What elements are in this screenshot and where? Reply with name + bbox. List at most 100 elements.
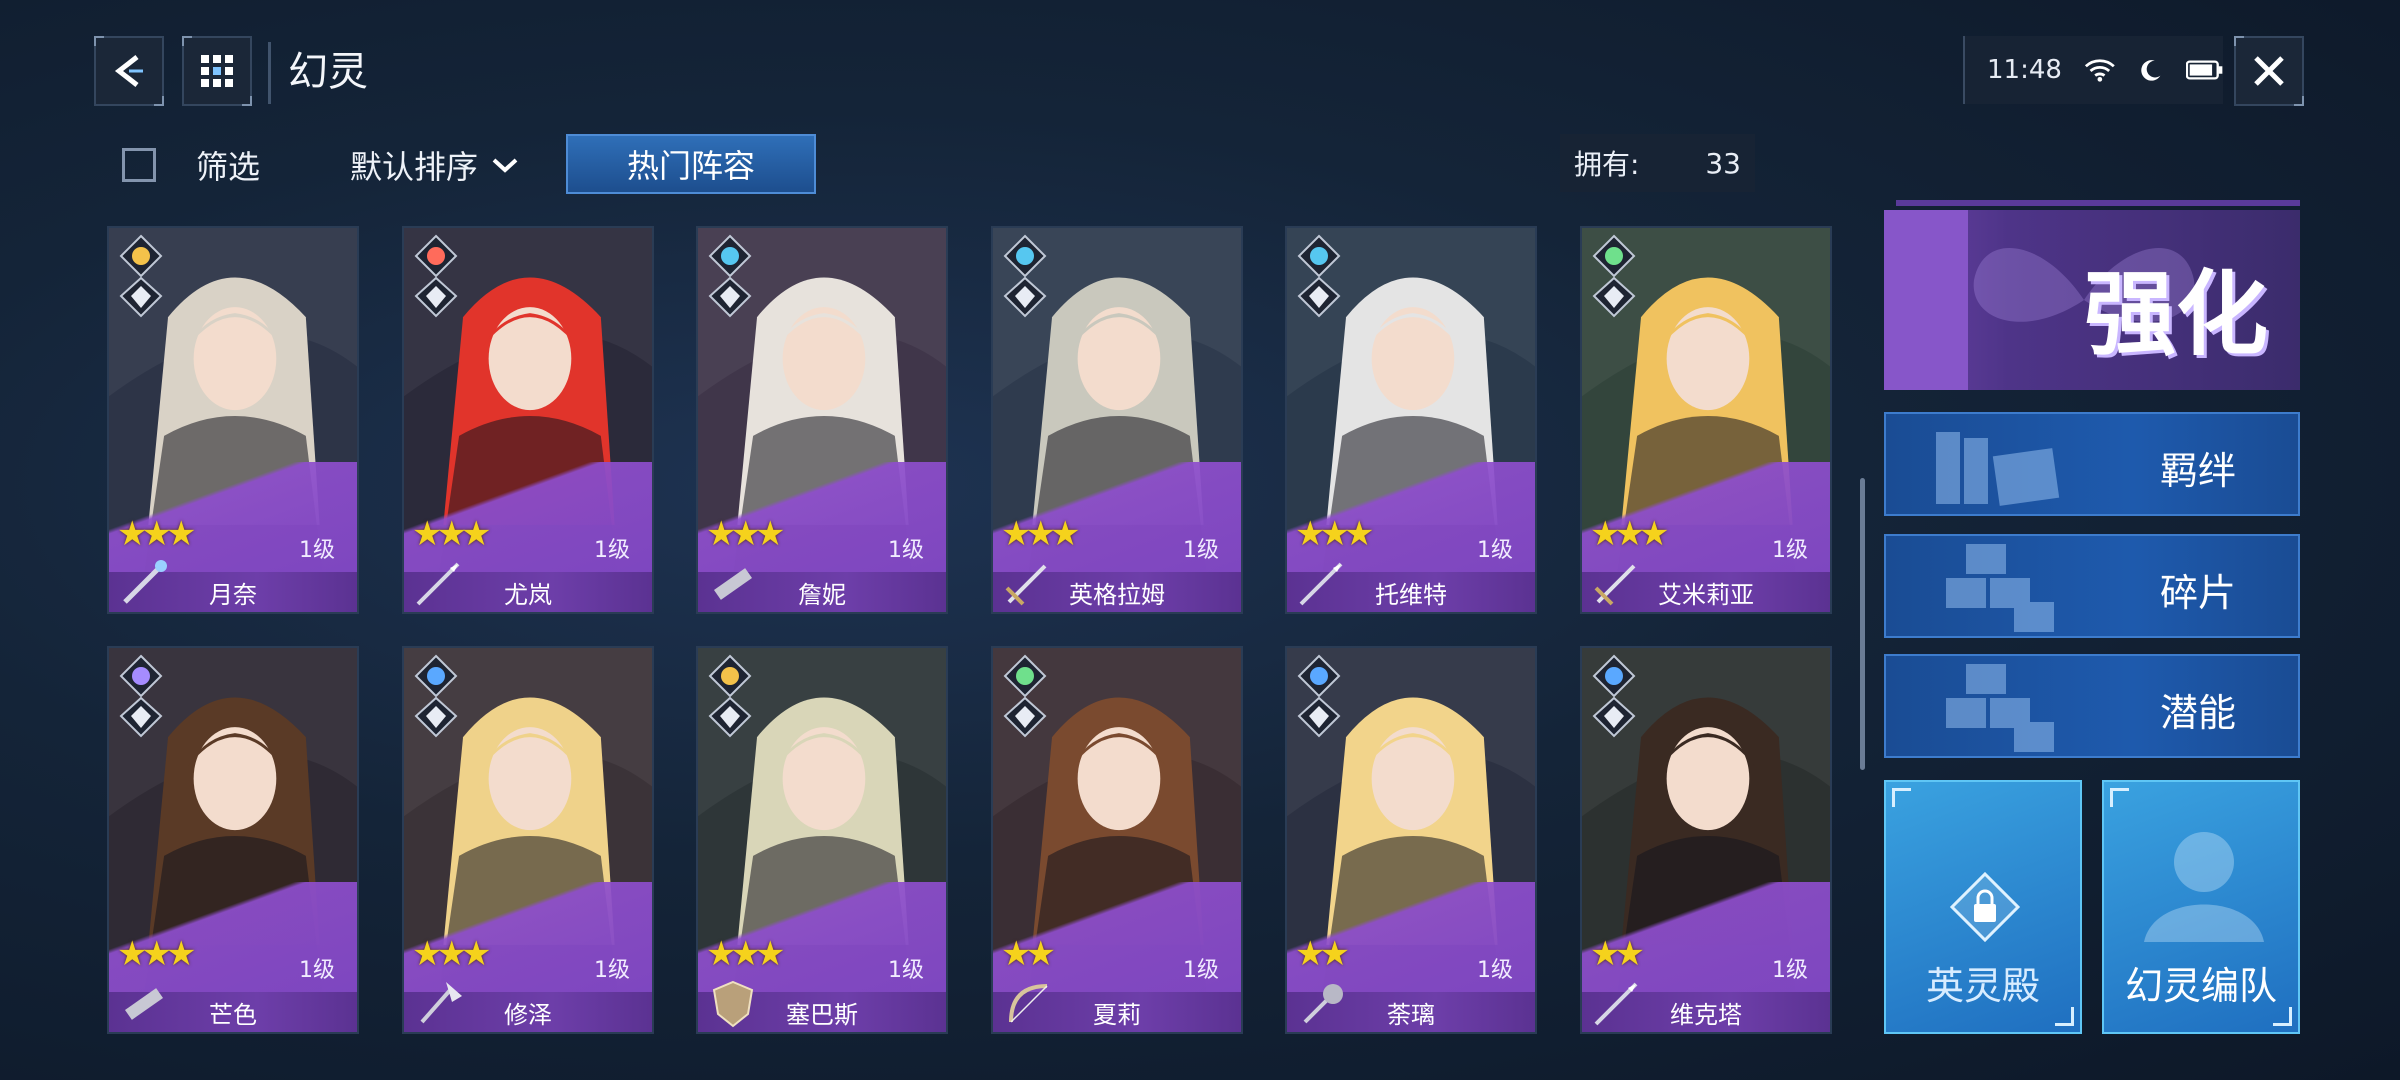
- team-formation-label: 幻灵编队: [2124, 964, 2277, 1008]
- character-level: 1级: [299, 538, 335, 563]
- shield-icon: [712, 980, 754, 1028]
- owned-count: 33: [1705, 146, 1741, 180]
- element-icon: [1592, 234, 1636, 318]
- element-icon: [1003, 234, 1047, 318]
- back-button[interactable]: [94, 36, 164, 106]
- boxes-icon: [1946, 664, 2054, 752]
- menu-grid-button[interactable]: [182, 36, 252, 106]
- moon-icon: [2140, 60, 2160, 81]
- element-icon: [708, 234, 752, 318]
- potential-label: 潜能: [2159, 691, 2236, 735]
- enhance-label: 强化: [2083, 261, 2268, 368]
- gun-icon: [713, 568, 753, 600]
- character-level: 1级: [1183, 538, 1219, 563]
- character-card[interactable]: ★★★ 1级 詹妮: [696, 226, 948, 614]
- spear-icon: [1594, 982, 1638, 1026]
- corner-decoration: [1892, 788, 1911, 807]
- star-rating: ★★★: [117, 514, 196, 554]
- element-icon: [708, 654, 752, 738]
- lock-icon: [1950, 872, 2020, 942]
- team-emblem-icon: [2144, 832, 2264, 942]
- wand-icon: [123, 560, 167, 604]
- clock: 11:48: [1987, 55, 2062, 85]
- close-button[interactable]: [2234, 36, 2304, 106]
- element-icon: [119, 654, 163, 738]
- bond-button[interactable]: 羁绊: [1884, 412, 2300, 516]
- character-level: 1级: [1477, 538, 1513, 563]
- character-level: 1级: [594, 538, 630, 563]
- owned-counter: 拥有: 33: [1560, 134, 1755, 192]
- mace-icon: [1303, 984, 1343, 1024]
- fragment-button[interactable]: 碎片: [1884, 534, 2300, 638]
- character-card[interactable]: ★★ 1级 荼璃: [1285, 646, 1537, 1034]
- hot-lineup-button[interactable]: 热门阵容: [566, 134, 816, 194]
- close-icon: [2254, 56, 2284, 86]
- spear-icon: [416, 562, 460, 606]
- element-icon: [1297, 654, 1341, 738]
- bow-icon: [1009, 984, 1048, 1023]
- chevron-down-icon[interactable]: [490, 155, 520, 175]
- hero-hall-label: 英灵殿: [1925, 964, 2040, 1008]
- bond-label: 羁绊: [2159, 449, 2236, 493]
- wifi-icon: [2084, 59, 2115, 82]
- sword-icon: [1594, 564, 1636, 606]
- element-icon: [1003, 654, 1047, 738]
- gun-icon: [124, 988, 164, 1020]
- character-level: 1级: [1477, 958, 1513, 983]
- fragment-label: 碎片: [2159, 571, 2236, 615]
- boxes-icon: [1946, 544, 2054, 632]
- character-card[interactable]: ★★★ 1级 修泽: [402, 646, 654, 1034]
- axe-icon: [420, 982, 462, 1024]
- star-rating: ★★★: [412, 934, 491, 974]
- star-rating: ★★★: [1295, 514, 1374, 554]
- battery-icon: [2185, 60, 2223, 80]
- star-rating: ★★: [1001, 934, 1056, 974]
- star-rating: ★★★: [412, 514, 491, 554]
- star-rating: ★★★: [1590, 514, 1669, 554]
- back-arrow-icon: [114, 55, 143, 87]
- team-formation-button[interactable]: 幻灵编队: [2102, 780, 2300, 1034]
- character-card[interactable]: ★★★ 1级 月奈: [107, 226, 359, 614]
- character-card[interactable]: ★★ 1级 维克塔: [1580, 646, 1832, 1034]
- character-level: 1级: [299, 958, 335, 983]
- hero-hall-button[interactable]: 英灵殿: [1884, 780, 2082, 1034]
- element-icon: [119, 234, 163, 318]
- star-rating: ★★★: [706, 934, 785, 974]
- grid-icon: [201, 55, 233, 87]
- character-card[interactable]: ★★★ 1级 芒色: [107, 646, 359, 1034]
- character-level: 1级: [1772, 958, 1808, 983]
- element-icon: [1297, 234, 1341, 318]
- enhance-topline: [1896, 200, 2300, 206]
- element-icon: [414, 654, 458, 738]
- star-rating: ★★★: [1001, 514, 1080, 554]
- title-divider: [268, 42, 271, 104]
- character-card[interactable]: ★★ 1级 夏莉: [991, 646, 1243, 1034]
- character-level: 1级: [888, 538, 924, 563]
- star-rating: ★★★: [117, 934, 196, 974]
- spear-icon: [1299, 562, 1343, 606]
- enhance-button[interactable]: 强化: [1884, 210, 2300, 390]
- character-card[interactable]: ★★★ 1级 英格拉姆: [991, 226, 1243, 614]
- owned-label: 拥有:: [1574, 148, 1640, 181]
- element-icon: [414, 234, 458, 318]
- character-level: 1级: [594, 958, 630, 983]
- sort-dropdown[interactable]: 默认排序: [350, 142, 478, 188]
- grid-scrollbar[interactable]: [1860, 478, 1865, 770]
- character-card[interactable]: ★★★ 1级 托维特: [1285, 226, 1537, 614]
- potential-button[interactable]: 潜能: [1884, 654, 2300, 758]
- filter-label[interactable]: 筛选: [196, 142, 260, 188]
- star-rating: ★★: [1295, 934, 1350, 974]
- filter-bar: 筛选 默认排序: [104, 134, 520, 196]
- character-card[interactable]: ★★★ 1级 塞巴斯: [696, 646, 948, 1034]
- star-rating: ★★★: [706, 514, 785, 554]
- page-title: 幻灵: [288, 49, 368, 95]
- character-level: 1级: [888, 958, 924, 983]
- books-icon: [1936, 432, 2060, 506]
- character-card[interactable]: ★★★ 1级 尤岚: [402, 226, 654, 614]
- character-level: 1级: [1183, 958, 1219, 983]
- element-icon: [1592, 654, 1636, 738]
- filter-checkbox[interactable]: [122, 148, 156, 182]
- status-bar: 11:48: [1963, 36, 2223, 104]
- star-rating: ★★: [1590, 934, 1645, 974]
- character-card[interactable]: ★★★ 1级 艾米莉亚: [1580, 226, 1832, 614]
